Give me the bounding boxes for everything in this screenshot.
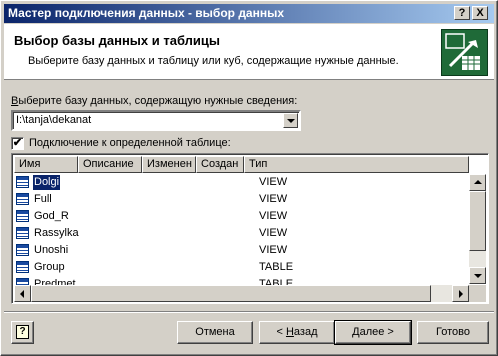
table-row[interactable]: Predmet TABLE xyxy=(14,276,469,285)
table-row[interactable]: Dolgi VIEW xyxy=(14,174,469,191)
row-type: VIEW xyxy=(259,227,288,239)
column-type[interactable]: Тип xyxy=(244,156,469,173)
row-name: Group xyxy=(34,261,65,273)
row-name: God_R xyxy=(34,210,69,222)
scroll-right-button[interactable] xyxy=(452,285,469,302)
table-row[interactable]: Unoshi VIEW xyxy=(14,242,469,259)
header-title: Выбор базы данных и таблицы xyxy=(14,33,220,48)
column-modified[interactable]: Изменен xyxy=(142,156,196,173)
next-button[interactable]: Далее > xyxy=(334,320,412,345)
arrow-right-icon xyxy=(459,290,463,298)
wizard-dialog: Мастер подключения данных - выбор данных… xyxy=(0,0,498,356)
cancel-button[interactable]: Отмена xyxy=(177,321,253,344)
close-button[interactable]: X xyxy=(472,6,488,20)
row-type: TABLE xyxy=(259,261,294,273)
table-list[interactable]: Имя Описание Изменен Создан Тип Dolgi VI… xyxy=(11,153,489,304)
row-name: Predmet xyxy=(34,278,76,285)
row-name: Rassylka xyxy=(34,227,79,239)
database-label: Выберите базу данных, содержащую нужные … xyxy=(11,95,298,107)
arrow-up-icon xyxy=(474,180,482,184)
table-row[interactable]: God_R VIEW xyxy=(14,208,469,225)
help-button[interactable]: ? xyxy=(11,321,34,344)
back-button[interactable]: < Назад xyxy=(259,321,335,344)
view-icon xyxy=(16,227,29,239)
arrow-left-icon xyxy=(20,290,24,298)
row-type: VIEW xyxy=(259,193,288,205)
view-icon xyxy=(16,244,29,256)
chevron-down-icon xyxy=(287,119,295,123)
view-icon xyxy=(16,210,29,222)
view-icon xyxy=(16,193,29,205)
horizontal-scroll-thumb[interactable] xyxy=(31,285,431,302)
database-combobox[interactable]: I:\tanja\dekanat xyxy=(11,110,301,131)
row-name: Unoshi xyxy=(34,244,69,256)
row-type: VIEW xyxy=(259,176,288,188)
finish-button[interactable]: Готово xyxy=(417,321,489,344)
window-title: Мастер подключения данных - выбор данных xyxy=(8,6,285,20)
specific-table-label[interactable]: Подключение к определенной таблице: xyxy=(29,137,231,149)
arrow-down-icon xyxy=(474,274,482,278)
horizontal-scrollbar[interactable] xyxy=(14,285,469,302)
row-type: TABLE xyxy=(259,278,294,285)
vertical-scrollbar[interactable] xyxy=(469,174,486,284)
title-bar[interactable]: Мастер подключения данных - выбор данных… xyxy=(4,4,494,23)
table-icon xyxy=(16,261,29,273)
table-row[interactable]: Full VIEW xyxy=(14,191,469,208)
table-row[interactable]: Group TABLE xyxy=(14,259,469,276)
scroll-down-button[interactable] xyxy=(469,267,486,284)
scroll-left-button[interactable] xyxy=(14,285,31,302)
table-icon xyxy=(16,278,29,285)
footer-separator xyxy=(4,311,494,313)
help-title-button[interactable]: ? xyxy=(454,6,470,20)
scroll-up-button[interactable] xyxy=(469,174,486,191)
row-name: Dolgi xyxy=(31,174,62,191)
database-connection-wizard-icon xyxy=(441,29,488,76)
wizard-header: Выбор базы данных и таблицы Выберите баз… xyxy=(4,24,494,80)
vertical-scroll-thumb[interactable] xyxy=(469,191,486,251)
column-description[interactable]: Описание xyxy=(78,156,142,173)
row-type: VIEW xyxy=(259,244,288,256)
help-icon: ? xyxy=(16,325,29,339)
header-subtitle: Выберите базу данных и таблицу или куб, … xyxy=(28,55,399,67)
row-type: VIEW xyxy=(259,210,288,222)
dropdown-button[interactable] xyxy=(283,113,298,128)
database-value: I:\tanja\dekanat xyxy=(16,114,92,126)
view-icon xyxy=(16,176,29,188)
table-row[interactable]: Rassylka VIEW xyxy=(14,225,469,242)
scroll-corner xyxy=(469,285,486,302)
column-name[interactable]: Имя xyxy=(14,156,78,173)
column-created[interactable]: Создан xyxy=(196,156,244,173)
row-name: Full xyxy=(34,193,52,205)
specific-table-checkbox[interactable]: ✔ xyxy=(11,137,24,150)
